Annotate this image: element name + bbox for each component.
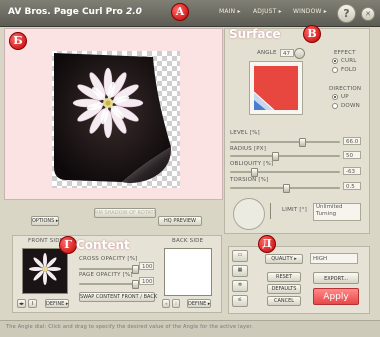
app-name: AV Bros. Page Curl Pro xyxy=(8,7,123,17)
marker-b: Б xyxy=(9,32,27,50)
close-button[interactable]: ✕ xyxy=(361,7,375,21)
level-value-field[interactable]: 66.0 xyxy=(343,137,361,145)
back-nav-icon: ◂ xyxy=(162,299,170,308)
reset-button[interactable]: RESET xyxy=(267,272,301,282)
curled-page-image xyxy=(54,53,172,183)
marker-v: В xyxy=(303,25,321,43)
page-opacity-slider[interactable] xyxy=(79,283,135,285)
torsion-label: TORSION [%] xyxy=(230,177,269,183)
marker-g: Г xyxy=(59,236,77,254)
content-heading: Content xyxy=(76,238,130,252)
effect-curl-radio[interactable] xyxy=(332,58,338,64)
effect-fold-label: FOLD xyxy=(341,67,357,73)
page-opacity-field[interactable]: 100 xyxy=(139,277,154,285)
effect-fold-radio[interactable] xyxy=(332,67,338,73)
limit-divider xyxy=(270,203,271,219)
cross-opacity-label: CROSS OPACITY [%] xyxy=(79,256,138,262)
marker-d: Д xyxy=(258,235,276,253)
effect-label: EFFECT xyxy=(334,50,356,56)
export-button[interactable]: EXPORT... xyxy=(313,272,359,284)
swap-content-button[interactable]: SWAP CONTENT FRONT / BACK xyxy=(79,292,157,302)
cross-opacity-slider[interactable] xyxy=(79,268,135,270)
help-button[interactable]: ? xyxy=(337,4,356,23)
menu-window[interactable]: WINDOW ▸ xyxy=(293,8,327,15)
level-slider[interactable] xyxy=(230,141,340,143)
obliquity-value-field[interactable]: -63 xyxy=(343,167,361,175)
limit-value-field[interactable]: Unlimited Turning xyxy=(313,203,361,221)
torsion-value-field[interactable]: 0.5 xyxy=(343,182,361,190)
grid-icon[interactable]: ▦ xyxy=(232,265,248,277)
sun-icon[interactable]: ✲ xyxy=(232,280,248,292)
preview-canvas[interactable]: Б xyxy=(4,28,223,200)
menu-adjust[interactable]: ADJUST ▸ xyxy=(253,8,282,15)
angle-dial[interactable] xyxy=(249,61,303,115)
back-side-thumbnail[interactable] xyxy=(164,248,212,296)
front-flower-thumbnail-icon xyxy=(29,253,61,285)
radius-slider-thumb[interactable] xyxy=(272,152,279,161)
level-slider-thumb[interactable] xyxy=(299,138,307,147)
status-text: The Angle dial: Click and drag to specif… xyxy=(6,324,253,330)
app-title: AV Bros. Page Curl Pro 2.0 xyxy=(8,7,142,17)
apply-button[interactable]: Apply xyxy=(313,288,359,305)
torsion-slider-thumb[interactable] xyxy=(282,184,290,193)
angle-label: ANGLE xyxy=(257,50,277,56)
shadow-rotate-button: RM SHADOW OF ROTATE xyxy=(94,208,157,218)
cross-opacity-slider-thumb[interactable] xyxy=(132,265,139,274)
options-button[interactable]: OPTIONS ▸ xyxy=(31,216,59,226)
surface-heading: Surface xyxy=(229,27,281,41)
radius-label: RADIUS [PX] xyxy=(230,146,267,152)
effect-curl-label: CURL xyxy=(341,58,357,64)
define-front-button[interactable]: DEFINE ▸ xyxy=(45,299,69,308)
obliquity-label: OBLIQUITY [%] xyxy=(230,161,274,167)
direction-up-label: UP xyxy=(341,94,349,100)
brush-icon[interactable]: ⚟ xyxy=(232,295,248,307)
obliquity-slider[interactable] xyxy=(230,171,340,173)
page-opacity-slider-thumb[interactable] xyxy=(132,280,139,289)
marker-a: А xyxy=(171,3,189,21)
angle-value-field[interactable]: 47 xyxy=(280,49,294,57)
obliquity-slider-thumb[interactable] xyxy=(251,168,258,177)
radius-value-field[interactable]: 50 xyxy=(343,151,361,159)
direction-up-radio[interactable] xyxy=(332,94,338,100)
angle-dial-knob[interactable] xyxy=(294,48,305,59)
front-info-icon[interactable]: I xyxy=(28,299,37,308)
radius-slider[interactable] xyxy=(230,155,340,157)
direction-down-label: DOWN xyxy=(341,103,360,109)
front-nav-icon[interactable]: ◂▸ xyxy=(17,299,26,308)
front-side-thumbnail[interactable] xyxy=(22,248,68,294)
quality-button[interactable]: QUALITY ▸ xyxy=(265,254,303,264)
limit-dial[interactable] xyxy=(233,198,265,230)
layers-icon[interactable]: ▭ xyxy=(232,250,248,262)
direction-label: DIRECTION xyxy=(329,86,362,92)
page-opacity-label: PAGE OPACITY [%] xyxy=(79,272,133,278)
direction-down-radio[interactable] xyxy=(332,103,338,109)
menu-main[interactable]: MAIN ▸ xyxy=(219,8,241,15)
angle-preview-icon xyxy=(253,66,298,111)
define-back-button[interactable]: DEFINE ▸ xyxy=(187,299,211,308)
defaults-button[interactable]: DEFAULTS xyxy=(267,284,301,294)
level-label: LEVEL [%] xyxy=(230,130,260,136)
back-info-icon: I xyxy=(172,299,180,308)
back-side-label: BACK SIDE xyxy=(172,238,204,244)
limit-label: LIMIT [°] xyxy=(282,207,308,213)
cancel-button[interactable]: CANCEL xyxy=(267,296,301,306)
quality-value-field[interactable]: HIGH xyxy=(310,253,358,264)
hq-preview-button[interactable]: HQ PREVIEW xyxy=(158,216,202,226)
app-version: 2.0 xyxy=(125,7,142,17)
cross-opacity-field[interactable]: 100 xyxy=(139,262,154,270)
